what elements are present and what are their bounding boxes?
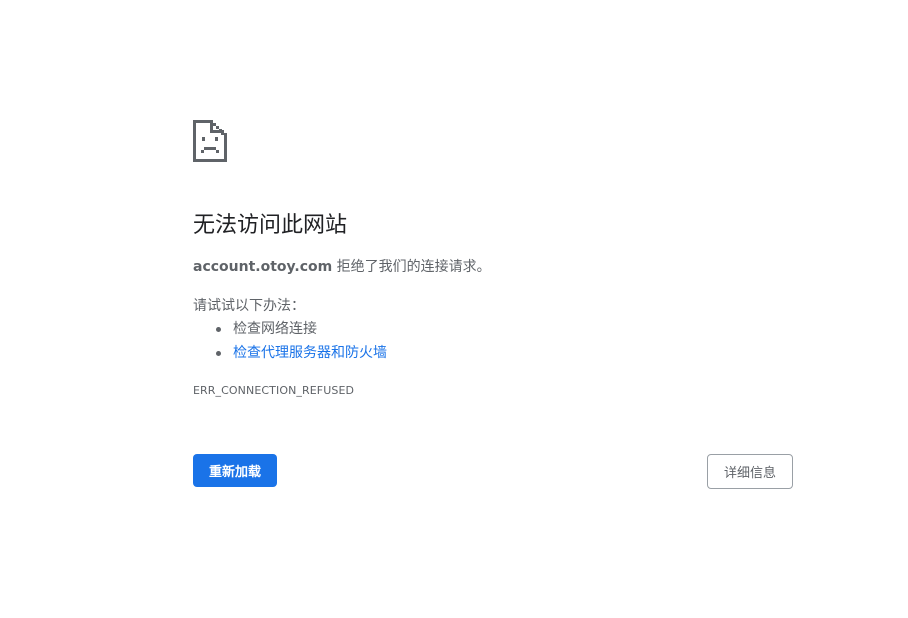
suggestions-list: 检查网络连接 检查代理服务器和防火墙 [193,318,387,366]
details-button[interactable]: 详细信息 [707,454,793,489]
reload-button[interactable]: 重新加载 [193,454,277,487]
error-message: account.otoy.com 拒绝了我们的连接请求。 [193,256,491,276]
error-page: 无法访问此网站 account.otoy.com 拒绝了我们的连接请求。 请试试… [0,0,908,618]
site-host: account.otoy.com [193,259,333,275]
page-title: 无法访问此网站 [193,213,348,238]
proxy-firewall-link[interactable]: 检查代理服务器和防火墙 [233,345,387,361]
error-code: ERR_CONNECTION_REFUSED [193,384,355,397]
suggestion-check-connection: 检查网络连接 [193,318,387,342]
suggestion-check-proxy-firewall[interactable]: 检查代理服务器和防火墙 [193,342,387,366]
suggestions-label: 请试试以下办法： [193,298,305,314]
sad-page-icon [193,120,227,162]
suggestion-text: 检查网络连接 [233,321,317,337]
error-message-text: 拒绝了我们的连接请求。 [332,259,491,275]
